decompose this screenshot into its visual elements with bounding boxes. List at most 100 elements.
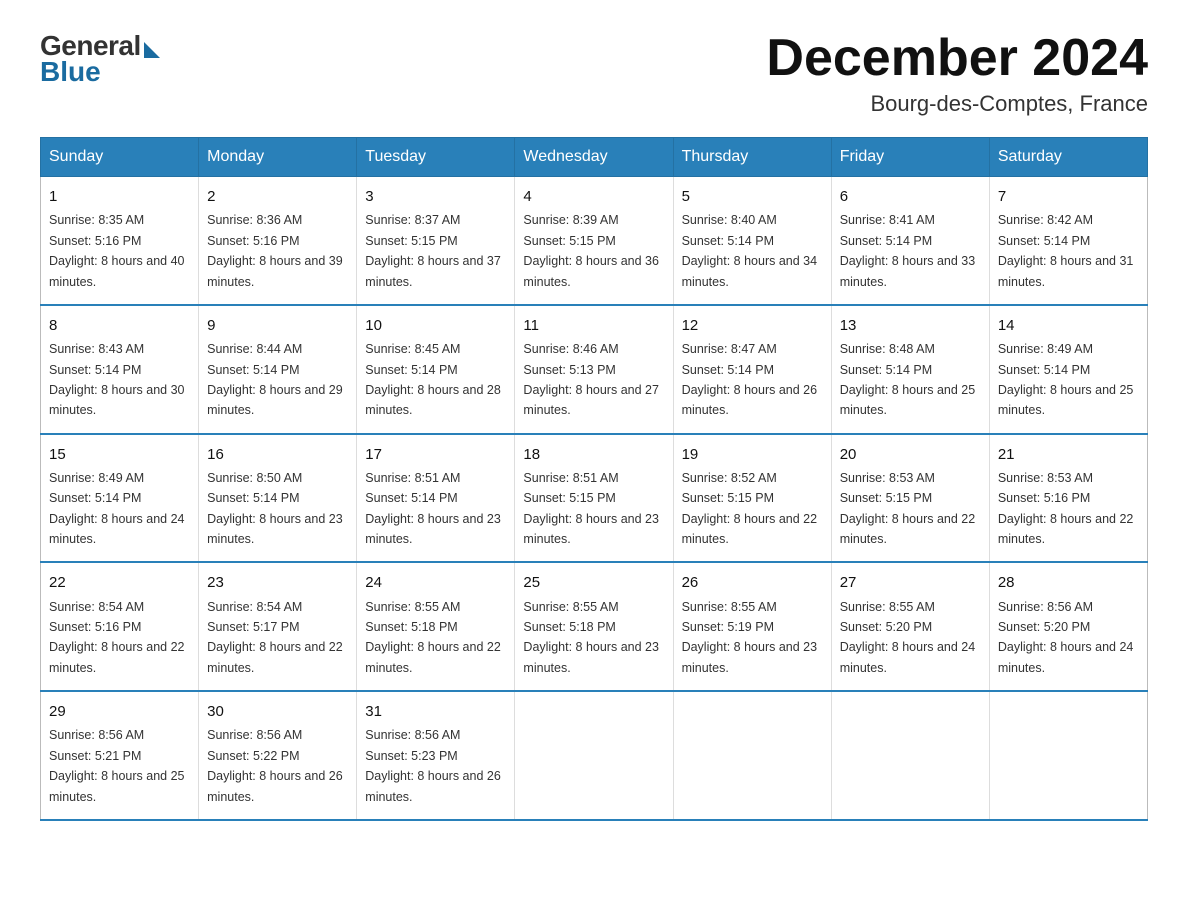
calendar-day-cell: 18 Sunrise: 8:51 AMSunset: 5:15 PMDaylig… [515, 434, 673, 563]
calendar-day-cell: 10 Sunrise: 8:45 AMSunset: 5:14 PMDaylig… [357, 305, 515, 434]
day-number: 25 [523, 571, 664, 594]
day-number: 12 [682, 314, 823, 337]
day-number: 31 [365, 700, 506, 723]
day-number: 1 [49, 185, 190, 208]
day-number: 20 [840, 443, 981, 466]
calendar-week-row: 29 Sunrise: 8:56 AMSunset: 5:21 PMDaylig… [41, 691, 1148, 820]
calendar-day-cell: 23 Sunrise: 8:54 AMSunset: 5:17 PMDaylig… [199, 562, 357, 691]
calendar-week-row: 8 Sunrise: 8:43 AMSunset: 5:14 PMDayligh… [41, 305, 1148, 434]
calendar-day-cell: 1 Sunrise: 8:35 AMSunset: 5:16 PMDayligh… [41, 177, 199, 305]
day-number: 15 [49, 443, 190, 466]
day-number: 16 [207, 443, 348, 466]
calendar-day-cell: 6 Sunrise: 8:41 AMSunset: 5:14 PMDayligh… [831, 177, 989, 305]
calendar-day-cell: 4 Sunrise: 8:39 AMSunset: 5:15 PMDayligh… [515, 177, 673, 305]
day-info: Sunrise: 8:56 AMSunset: 5:21 PMDaylight:… [49, 728, 185, 803]
day-info: Sunrise: 8:56 AMSunset: 5:23 PMDaylight:… [365, 728, 501, 803]
day-number: 30 [207, 700, 348, 723]
day-info: Sunrise: 8:44 AMSunset: 5:14 PMDaylight:… [207, 342, 343, 417]
day-info: Sunrise: 8:51 AMSunset: 5:14 PMDaylight:… [365, 471, 501, 546]
day-number: 21 [998, 443, 1139, 466]
calendar-day-cell: 3 Sunrise: 8:37 AMSunset: 5:15 PMDayligh… [357, 177, 515, 305]
day-of-week-header: Tuesday [357, 138, 515, 177]
day-number: 2 [207, 185, 348, 208]
calendar-day-cell: 28 Sunrise: 8:56 AMSunset: 5:20 PMDaylig… [989, 562, 1147, 691]
day-info: Sunrise: 8:50 AMSunset: 5:14 PMDaylight:… [207, 471, 343, 546]
calendar-week-row: 15 Sunrise: 8:49 AMSunset: 5:14 PMDaylig… [41, 434, 1148, 563]
calendar-day-cell: 21 Sunrise: 8:53 AMSunset: 5:16 PMDaylig… [989, 434, 1147, 563]
day-number: 13 [840, 314, 981, 337]
calendar-day-cell: 17 Sunrise: 8:51 AMSunset: 5:14 PMDaylig… [357, 434, 515, 563]
day-info: Sunrise: 8:37 AMSunset: 5:15 PMDaylight:… [365, 213, 501, 288]
calendar-day-cell [989, 691, 1147, 820]
calendar-day-cell [515, 691, 673, 820]
calendar-day-cell: 24 Sunrise: 8:55 AMSunset: 5:18 PMDaylig… [357, 562, 515, 691]
calendar-day-cell: 31 Sunrise: 8:56 AMSunset: 5:23 PMDaylig… [357, 691, 515, 820]
title-block: December 2024 Bourg-des-Comptes, France [766, 30, 1148, 117]
day-number: 8 [49, 314, 190, 337]
logo-arrow-icon [144, 42, 160, 58]
day-number: 22 [49, 571, 190, 594]
day-of-week-header: Friday [831, 138, 989, 177]
day-info: Sunrise: 8:55 AMSunset: 5:18 PMDaylight:… [365, 600, 501, 675]
calendar-week-row: 1 Sunrise: 8:35 AMSunset: 5:16 PMDayligh… [41, 177, 1148, 305]
month-title: December 2024 [766, 30, 1148, 87]
day-info: Sunrise: 8:41 AMSunset: 5:14 PMDaylight:… [840, 213, 976, 288]
day-info: Sunrise: 8:49 AMSunset: 5:14 PMDaylight:… [49, 471, 185, 546]
day-info: Sunrise: 8:47 AMSunset: 5:14 PMDaylight:… [682, 342, 818, 417]
day-of-week-header: Wednesday [515, 138, 673, 177]
day-info: Sunrise: 8:35 AMSunset: 5:16 PMDaylight:… [49, 213, 185, 288]
day-number: 7 [998, 185, 1139, 208]
day-number: 19 [682, 443, 823, 466]
day-info: Sunrise: 8:42 AMSunset: 5:14 PMDaylight:… [998, 213, 1134, 288]
calendar-day-cell: 26 Sunrise: 8:55 AMSunset: 5:19 PMDaylig… [673, 562, 831, 691]
day-number: 18 [523, 443, 664, 466]
day-info: Sunrise: 8:54 AMSunset: 5:17 PMDaylight:… [207, 600, 343, 675]
calendar-table: SundayMondayTuesdayWednesdayThursdayFrid… [40, 137, 1148, 821]
day-number: 10 [365, 314, 506, 337]
day-number: 27 [840, 571, 981, 594]
day-of-week-header: Saturday [989, 138, 1147, 177]
day-number: 24 [365, 571, 506, 594]
day-info: Sunrise: 8:49 AMSunset: 5:14 PMDaylight:… [998, 342, 1134, 417]
calendar-day-cell: 16 Sunrise: 8:50 AMSunset: 5:14 PMDaylig… [199, 434, 357, 563]
day-info: Sunrise: 8:48 AMSunset: 5:14 PMDaylight:… [840, 342, 976, 417]
day-info: Sunrise: 8:36 AMSunset: 5:16 PMDaylight:… [207, 213, 343, 288]
calendar-day-cell: 13 Sunrise: 8:48 AMSunset: 5:14 PMDaylig… [831, 305, 989, 434]
page-header: General Blue December 2024 Bourg-des-Com… [40, 30, 1148, 117]
calendar-day-cell: 20 Sunrise: 8:53 AMSunset: 5:15 PMDaylig… [831, 434, 989, 563]
calendar-header-row: SundayMondayTuesdayWednesdayThursdayFrid… [41, 138, 1148, 177]
calendar-day-cell: 29 Sunrise: 8:56 AMSunset: 5:21 PMDaylig… [41, 691, 199, 820]
calendar-day-cell: 2 Sunrise: 8:36 AMSunset: 5:16 PMDayligh… [199, 177, 357, 305]
day-number: 23 [207, 571, 348, 594]
day-number: 14 [998, 314, 1139, 337]
calendar-day-cell: 12 Sunrise: 8:47 AMSunset: 5:14 PMDaylig… [673, 305, 831, 434]
logo: General Blue [40, 30, 160, 88]
calendar-day-cell: 30 Sunrise: 8:56 AMSunset: 5:22 PMDaylig… [199, 691, 357, 820]
calendar-day-cell: 25 Sunrise: 8:55 AMSunset: 5:18 PMDaylig… [515, 562, 673, 691]
location-text: Bourg-des-Comptes, France [766, 91, 1148, 117]
day-info: Sunrise: 8:45 AMSunset: 5:14 PMDaylight:… [365, 342, 501, 417]
day-info: Sunrise: 8:53 AMSunset: 5:16 PMDaylight:… [998, 471, 1134, 546]
day-number: 4 [523, 185, 664, 208]
calendar-day-cell: 7 Sunrise: 8:42 AMSunset: 5:14 PMDayligh… [989, 177, 1147, 305]
day-of-week-header: Thursday [673, 138, 831, 177]
day-number: 6 [840, 185, 981, 208]
day-number: 11 [523, 314, 664, 337]
calendar-day-cell [673, 691, 831, 820]
calendar-day-cell: 5 Sunrise: 8:40 AMSunset: 5:14 PMDayligh… [673, 177, 831, 305]
logo-blue-text: Blue [40, 56, 101, 88]
calendar-day-cell: 14 Sunrise: 8:49 AMSunset: 5:14 PMDaylig… [989, 305, 1147, 434]
day-number: 9 [207, 314, 348, 337]
calendar-day-cell [831, 691, 989, 820]
day-of-week-header: Sunday [41, 138, 199, 177]
calendar-day-cell: 15 Sunrise: 8:49 AMSunset: 5:14 PMDaylig… [41, 434, 199, 563]
day-number: 26 [682, 571, 823, 594]
calendar-day-cell: 8 Sunrise: 8:43 AMSunset: 5:14 PMDayligh… [41, 305, 199, 434]
day-info: Sunrise: 8:51 AMSunset: 5:15 PMDaylight:… [523, 471, 659, 546]
calendar-week-row: 22 Sunrise: 8:54 AMSunset: 5:16 PMDaylig… [41, 562, 1148, 691]
day-number: 3 [365, 185, 506, 208]
day-number: 17 [365, 443, 506, 466]
day-of-week-header: Monday [199, 138, 357, 177]
calendar-day-cell: 27 Sunrise: 8:55 AMSunset: 5:20 PMDaylig… [831, 562, 989, 691]
day-info: Sunrise: 8:39 AMSunset: 5:15 PMDaylight:… [523, 213, 659, 288]
